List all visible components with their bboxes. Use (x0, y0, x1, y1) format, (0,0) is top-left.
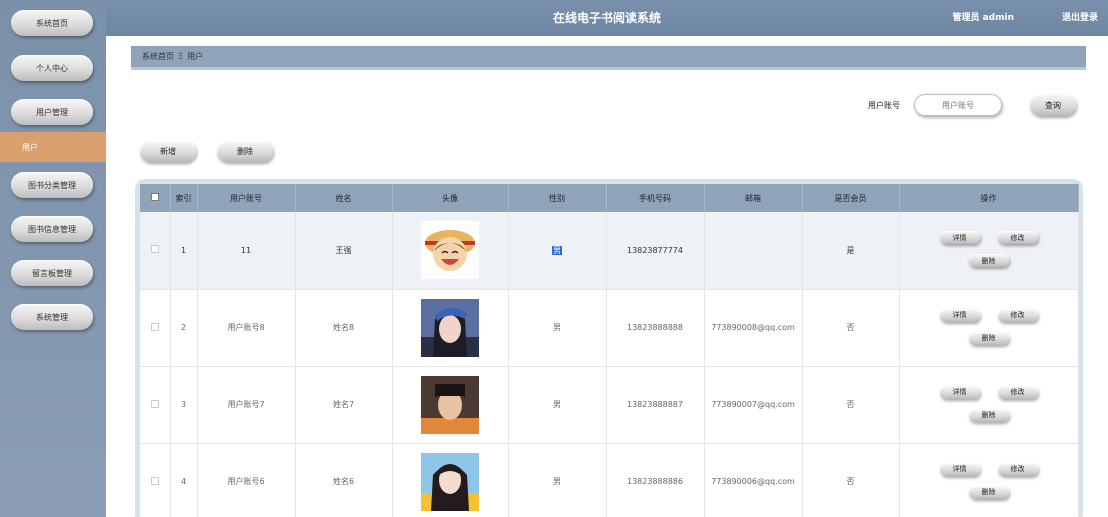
cell-avatar (392, 212, 509, 290)
select-all-header[interactable] (140, 184, 171, 212)
sidebar-item-book-info[interactable]: 图书信息管理 (11, 216, 93, 242)
search-input[interactable] (914, 94, 1002, 116)
breadcrumb: 系统首页 Ξ 用户 (131, 46, 1086, 70)
sidebar-item-system[interactable]: 系统管理 (11, 304, 93, 330)
cell-operations: 详情 修改 删除 (899, 443, 1079, 517)
column-header: 索引 (170, 184, 198, 212)
cell-name: 王强 (295, 212, 393, 290)
add-button[interactable]: 新增 (140, 141, 196, 162)
cell-gender: 男 (508, 212, 607, 290)
cell-phone: 13823888887 (606, 366, 705, 444)
cell-gender: 男 (508, 443, 607, 517)
search-button[interactable]: 查询 (1030, 94, 1076, 116)
cell-name: 姓名8 (295, 289, 393, 367)
cell-operations: 详情 修改 删除 (899, 366, 1079, 444)
cell-gender: 男 (508, 366, 607, 444)
edit-button[interactable]: 修改 (997, 308, 1038, 322)
delete-button[interactable]: 删除 (968, 254, 1009, 268)
sidebar-item-user-management[interactable]: 用户管理 (11, 99, 93, 125)
table-header-row: 索引 用户账号 姓名 头像 性别 手机号码 邮箱 是否会员 操作 (140, 184, 1079, 212)
column-header: 用户账号 (197, 184, 296, 212)
cell-operations: 详情 修改 删除 (899, 289, 1079, 367)
cell-member: 否 (802, 443, 900, 517)
column-header: 头像 (392, 184, 509, 212)
sidebar-item-message-board[interactable]: 留言板管理 (11, 260, 93, 286)
table-row: 4 用户账号6 姓名6 男 13823888886 773890006@qq.c… (140, 443, 1079, 517)
edit-button[interactable]: 修改 (997, 462, 1038, 476)
table-row: 2 用户账号8 姓名8 男 13823888888 773890008@qq.c… (140, 289, 1079, 367)
column-header: 姓名 (295, 184, 393, 212)
cell-avatar (392, 366, 509, 444)
table-row: 3 用户账号7 姓名7 男 13823888887 773890007@qq.c… (140, 366, 1079, 444)
batch-delete-button[interactable]: 删除 (217, 141, 273, 162)
user-table: 索引 用户账号 姓名 头像 性别 手机号码 邮箱 是否会员 操作 1 11 王强 (140, 184, 1079, 517)
current-user: 管理员 admin (952, 13, 1014, 23)
breadcrumb-home[interactable]: 系统首页 (142, 51, 174, 62)
cell-member: 否 (802, 366, 900, 444)
detail-button[interactable]: 详情 (939, 308, 980, 322)
top-header: 在线电子书阅读系统 管理员 admin 退出登录 (106, 0, 1108, 36)
cell-phone: 13823888888 (606, 289, 705, 367)
table-row: 1 11 王强 男 13823877774 是 详情 修改 删除 (140, 212, 1079, 290)
detail-button[interactable]: 详情 (939, 462, 980, 476)
sidebar-item-users[interactable]: 用户 (0, 132, 106, 162)
sidebar-item-home[interactable]: 系统首页 (11, 10, 93, 36)
row-checkbox[interactable] (150, 476, 159, 485)
cell-name: 姓名7 (295, 366, 393, 444)
column-header: 操作 (899, 184, 1079, 212)
cell-account: 用户账号6 (197, 443, 296, 517)
sidebar: 系统首页 个人中心 用户管理 用户 图书分类管理 图书信息管理 留言板管理 系统… (0, 0, 106, 517)
cell-account: 11 (197, 212, 296, 290)
cell-avatar (392, 289, 509, 367)
row-checkbox[interactable] (150, 399, 159, 408)
cell-email (704, 212, 803, 290)
cell-account: 用户账号7 (197, 366, 296, 444)
cell-index: 1 (170, 212, 198, 290)
row-checkbox[interactable] (150, 245, 159, 254)
sidebar-item-profile[interactable]: 个人中心 (11, 55, 93, 81)
delete-button[interactable]: 删除 (968, 408, 1009, 422)
select-all-checkbox[interactable] (150, 193, 159, 201)
breadcrumb-separator: Ξ (178, 52, 184, 61)
breadcrumb-current: 用户 (187, 52, 204, 61)
column-header: 邮箱 (704, 184, 803, 212)
cell-index: 4 (170, 443, 198, 517)
avatar-photo-image (421, 298, 479, 357)
cell-phone: 13823877774 (606, 212, 705, 290)
edit-button[interactable]: 修改 (997, 385, 1038, 399)
detail-button[interactable]: 详情 (939, 385, 980, 399)
cell-phone: 13823888886 (606, 443, 705, 517)
cell-index: 2 (170, 289, 198, 367)
avatar-photo-image (421, 452, 479, 511)
column-header: 性别 (508, 184, 607, 212)
cell-gender: 男 (508, 289, 607, 367)
cell-name: 姓名6 (295, 443, 393, 517)
delete-button[interactable]: 删除 (968, 331, 1009, 345)
row-checkbox[interactable] (150, 322, 159, 331)
avatar-photo-image (421, 375, 479, 434)
delete-button[interactable]: 删除 (968, 485, 1009, 499)
column-header: 手机号码 (606, 184, 705, 212)
user-table-container: 索引 用户账号 姓名 头像 性别 手机号码 邮箱 是否会员 操作 1 11 王强 (135, 179, 1083, 517)
search-label: 用户账号 (868, 101, 900, 110)
logout-link[interactable]: 退出登录 (1062, 0, 1098, 36)
column-header: 是否会员 (802, 184, 900, 212)
cell-account: 用户账号8 (197, 289, 296, 367)
cell-member: 否 (802, 289, 900, 367)
cell-email: 773890006@qq.com (704, 443, 803, 517)
cell-operations: 详情 修改 删除 (899, 212, 1079, 290)
cell-email: 773890008@qq.com (704, 289, 803, 367)
cell-email: 773890007@qq.com (704, 366, 803, 444)
edit-button[interactable]: 修改 (997, 231, 1038, 245)
cell-index: 3 (170, 366, 198, 444)
cell-member: 是 (802, 212, 900, 290)
avatar-cartoon-image (421, 221, 479, 280)
sidebar-item-book-categories[interactable]: 图书分类管理 (11, 172, 93, 198)
detail-button[interactable]: 详情 (939, 231, 980, 245)
cell-avatar (392, 443, 509, 517)
